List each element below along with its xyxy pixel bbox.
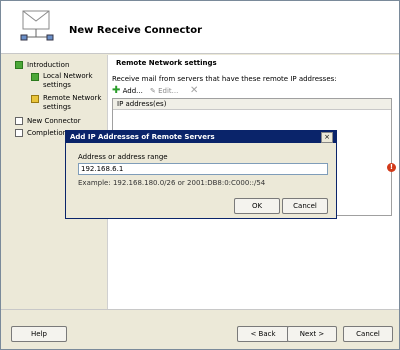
- column-header-ip: IP address(es): [117, 100, 167, 108]
- edit-button[interactable]: ✎ Edit...: [150, 85, 178, 97]
- example-text: Example: 192.168.180.0/26 or 2001:DB8:0:…: [78, 179, 266, 187]
- section-title: Remote Network settings: [116, 59, 217, 67]
- dialog-title: Add IP Addresses of Remote Servers: [70, 133, 215, 141]
- next-button[interactable]: Next >: [287, 326, 337, 342]
- wizard-steps: Introduction Local Network settings Remo…: [11, 59, 107, 139]
- step-done-icon: [31, 73, 39, 81]
- dialog-titlebar[interactable]: Add IP Addresses of Remote Servers ×: [66, 131, 336, 143]
- step-introduction: Introduction: [11, 59, 107, 71]
- cancel-button[interactable]: Cancel: [343, 326, 393, 342]
- ip-list-header[interactable]: IP address(es): [113, 99, 391, 110]
- step-done-icon: [15, 61, 23, 69]
- back-button[interactable]: < Back: [237, 326, 289, 342]
- step-label: Local Network settings: [43, 72, 93, 89]
- step-label: Introduction: [27, 61, 70, 69]
- ok-button[interactable]: OK: [234, 198, 280, 214]
- close-icon[interactable]: ×: [321, 132, 333, 143]
- remove-icon: ✕: [190, 85, 199, 96]
- step-pending-icon: [15, 129, 23, 137]
- help-button[interactable]: Help: [11, 326, 67, 342]
- remove-button[interactable]: ✕: [190, 85, 198, 97]
- step-new-connector: New Connector: [11, 115, 107, 127]
- error-icon: !: [387, 163, 396, 172]
- wizard-envelope-icon: [17, 9, 57, 43]
- step-local-network: Local Network settings: [11, 71, 107, 93]
- step-pending-icon: [15, 117, 23, 125]
- wizard-header: New Receive Connector: [1, 1, 399, 54]
- add-ip-dialog: Add IP Addresses of Remote Servers × Add…: [65, 130, 337, 219]
- address-label: Address or address range: [78, 153, 168, 161]
- step-active-icon: [31, 95, 39, 103]
- add-icon: ✚: [112, 85, 121, 96]
- edit-icon: ✎: [150, 87, 156, 95]
- step-label: New Connector: [27, 117, 81, 125]
- wizard-title: New Receive Connector: [69, 25, 203, 36]
- dialog-cancel-button[interactable]: Cancel: [282, 198, 328, 214]
- wizard-footer: Help < Back Next > Cancel: [1, 309, 399, 350]
- add-button[interactable]: ✚ Add...: [112, 85, 143, 97]
- section-description: Receive mail from servers that have thes…: [112, 75, 337, 83]
- add-label: Add...: [122, 87, 143, 95]
- address-input[interactable]: [78, 163, 328, 175]
- step-remote-network: Remote Network settings: [11, 93, 107, 115]
- edit-label: Edit...: [158, 87, 179, 95]
- step-label: Completion: [27, 129, 68, 137]
- step-label: Remote Network settings: [43, 94, 102, 111]
